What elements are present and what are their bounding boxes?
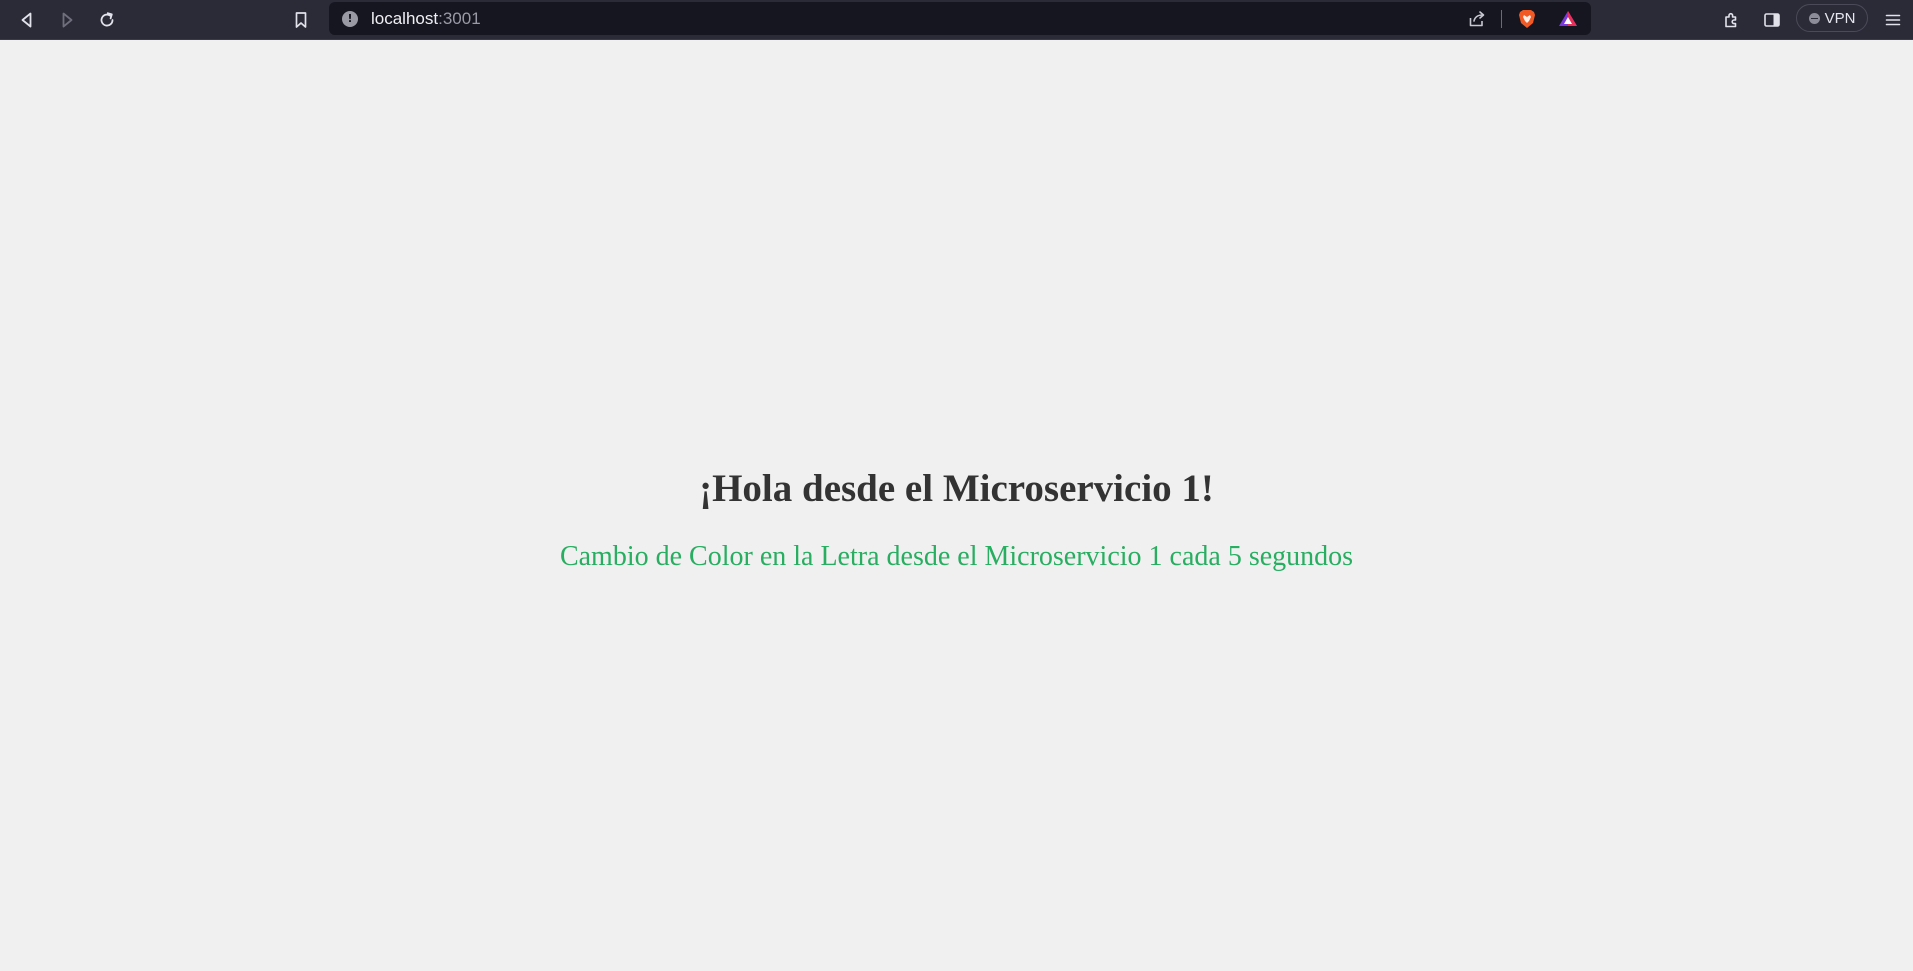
browser-toolbar: ! localhost:3001 VPN xyxy=(0,0,1913,40)
site-info-icon[interactable]: ! xyxy=(342,11,358,27)
reload-icon xyxy=(100,12,114,27)
url-host: localhost xyxy=(371,9,439,28)
vpn-label: VPN xyxy=(1824,9,1856,27)
share-button[interactable] xyxy=(1462,4,1492,34)
bookmark-icon xyxy=(295,12,307,28)
sidebar-button[interactable] xyxy=(1757,5,1787,35)
brave-shields-icon xyxy=(1519,10,1535,28)
back-button[interactable] xyxy=(12,5,42,35)
brave-shields-button[interactable] xyxy=(1512,4,1542,34)
extensions-button[interactable] xyxy=(1717,5,1747,35)
address-bar[interactable]: ! localhost:3001 xyxy=(329,2,1591,35)
brave-rewards-button[interactable] xyxy=(1553,4,1583,34)
menu-button[interactable] xyxy=(1878,5,1908,35)
share-icon xyxy=(1469,11,1485,27)
extensions-icon xyxy=(1725,12,1737,28)
url-port: :3001 xyxy=(438,9,481,28)
vpn-button[interactable]: VPN xyxy=(1796,4,1868,32)
sidebar-icon xyxy=(1764,13,1780,27)
forward-icon xyxy=(62,12,73,28)
forward-button[interactable] xyxy=(52,5,82,35)
color-change-text: Cambio de Color en la Letra desde el Mic… xyxy=(559,541,1354,572)
menu-icon xyxy=(1885,14,1901,26)
reload-button[interactable] xyxy=(92,5,122,35)
vpn-status-icon xyxy=(1808,12,1820,24)
brave-rewards-icon xyxy=(1559,11,1577,26)
address-text[interactable]: localhost:3001 xyxy=(371,9,481,29)
back-icon xyxy=(21,12,32,28)
page-heading: ¡Hola desde el Microservicio 1! xyxy=(699,467,1214,510)
bookmark-button[interactable] xyxy=(286,5,316,35)
page-content: ¡Hola desde el Microservicio 1! Cambio d… xyxy=(0,40,1913,971)
address-bar-divider xyxy=(1501,10,1502,28)
